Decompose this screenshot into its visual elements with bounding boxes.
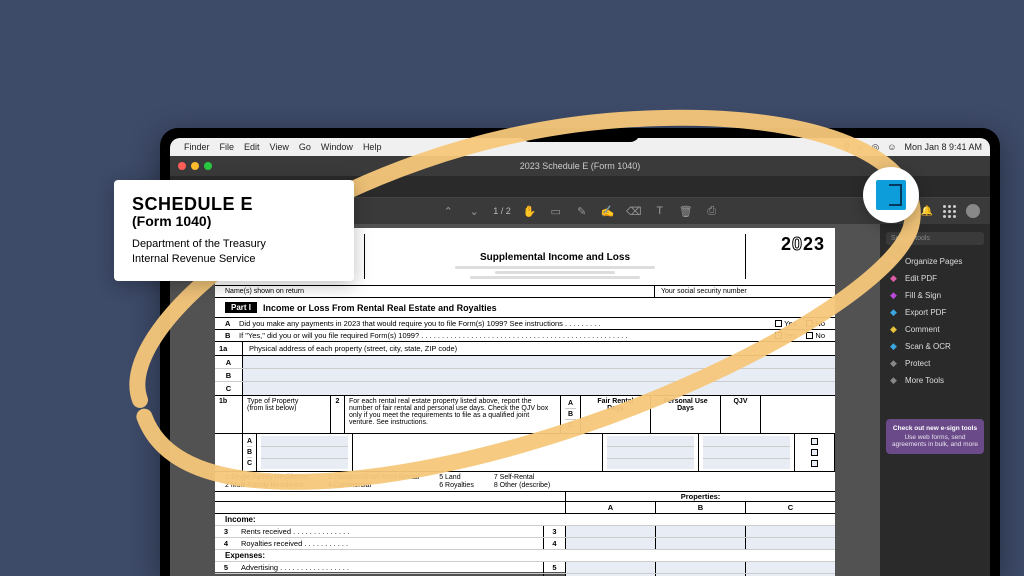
sidebar-tool[interactable]: ◆Protect	[886, 355, 984, 372]
menubar-item[interactable]: Finder	[184, 142, 210, 152]
menubar-item[interactable]: Window	[321, 142, 353, 152]
search-tools-input[interactable]: Search tools	[886, 232, 984, 245]
part-title: Income or Loss From Rental Real Estate a…	[263, 303, 497, 313]
tools-sidebar: Search tools ◆Organize Pages◆Edit PDF◆Fi…	[880, 224, 990, 576]
schedule-e-callout: SCHEDULE E (Form 1040) Department of the…	[114, 180, 354, 281]
nav-down-icon[interactable]: ⌄	[467, 204, 481, 218]
search-icon[interactable]: ⌕	[858, 142, 863, 153]
line-a-text: Did you make any payments in 2023 that w…	[239, 319, 600, 328]
part-badge: Part I	[225, 302, 257, 313]
bell-icon[interactable]: 🔔	[921, 206, 933, 217]
address-input-c[interactable]	[243, 382, 835, 395]
sidebar-tool[interactable]: ◆Export PDF	[886, 304, 984, 321]
type-input[interactable]	[261, 459, 348, 469]
address-input-a[interactable]	[243, 356, 835, 368]
user-icon[interactable]: ☺	[887, 142, 896, 152]
text-icon[interactable]: T	[653, 204, 667, 218]
hand-tool-icon[interactable]: ✋	[523, 204, 537, 218]
checkbox[interactable]	[806, 332, 813, 339]
sign-icon[interactable]: ✍	[601, 204, 615, 218]
menubar-item[interactable]: View	[270, 142, 289, 152]
sidebar-tool[interactable]: ◆Organize Pages	[886, 253, 984, 270]
callout-title: SCHEDULE E	[132, 194, 336, 215]
form-heading: Supplemental Income and Loss	[480, 252, 630, 263]
callout-dept: Department of the Treasury Internal Reve…	[132, 237, 336, 267]
delete-icon[interactable]: 🗑	[679, 204, 693, 218]
control-center-icon[interactable]: ◎	[871, 142, 879, 153]
avatar[interactable]	[966, 204, 980, 218]
select-tool-icon[interactable]: ▭	[549, 204, 563, 218]
ssn-label: Your social security number	[655, 286, 835, 297]
menubar-item[interactable]: Help	[363, 142, 382, 152]
notch	[520, 128, 640, 142]
window-title: 2023 Schedule E (Form 1040)	[520, 161, 641, 171]
l1b-desc: For each rental real estate property lis…	[345, 396, 561, 433]
sidebar-tool[interactable]: ◆Comment	[886, 321, 984, 338]
type-input[interactable]	[261, 436, 348, 447]
app-logo-badge	[863, 167, 919, 223]
income-heading: Income:	[215, 514, 835, 526]
name-label: Name(s) shown on return	[215, 286, 655, 297]
address-input-b[interactable]	[243, 369, 835, 381]
wifi-icon[interactable]: ⚲	[844, 142, 851, 153]
line-b-text: If "Yes," did you or will you file requi…	[239, 331, 628, 340]
qjv-checkbox[interactable]	[811, 438, 818, 445]
menubar-item[interactable]: File	[220, 142, 235, 152]
line-1a-text: Physical address of each property (stree…	[243, 342, 463, 355]
fair-days-input[interactable]	[607, 436, 694, 447]
form-year: 2023	[745, 234, 825, 279]
page-indicator: 1 / 2	[493, 206, 511, 216]
nav-up-icon[interactable]: ⌃	[441, 204, 455, 218]
erase-icon[interactable]: ⌫	[627, 204, 641, 218]
sidebar-tool[interactable]: ◆Fill & Sign	[886, 287, 984, 304]
type-label: Type of Property (from list below)	[243, 396, 331, 433]
menubar-item[interactable]: Edit	[244, 142, 260, 152]
personal-days-input[interactable]	[703, 436, 790, 447]
window-titlebar: 2023 Schedule E (Form 1040)	[170, 156, 990, 176]
menubar-datetime[interactable]: Mon Jan 8 9:41 AM	[904, 142, 982, 152]
promo-card[interactable]: Check out new e-sign tools Use web forms…	[886, 419, 984, 454]
expenses-heading: Expenses:	[215, 550, 835, 562]
print-icon[interactable]: ⎙	[705, 204, 719, 218]
checkbox[interactable]	[775, 332, 782, 339]
highlight-icon[interactable]: ✎	[575, 204, 589, 218]
traffic-lights[interactable]	[178, 162, 212, 170]
apps-grid-icon[interactable]	[943, 205, 956, 218]
sidebar-tool[interactable]: ◆More Tools	[886, 372, 984, 389]
type-input[interactable]	[261, 447, 348, 458]
checkbox[interactable]	[775, 320, 782, 327]
sidebar-tool[interactable]: ◆Scan & OCR	[886, 338, 984, 355]
checkbox[interactable]	[806, 320, 813, 327]
menubar-item[interactable]: Go	[299, 142, 311, 152]
sidebar-tool[interactable]: ◆Edit PDF	[886, 270, 984, 287]
callout-subtitle: (Form 1040)	[132, 213, 336, 229]
